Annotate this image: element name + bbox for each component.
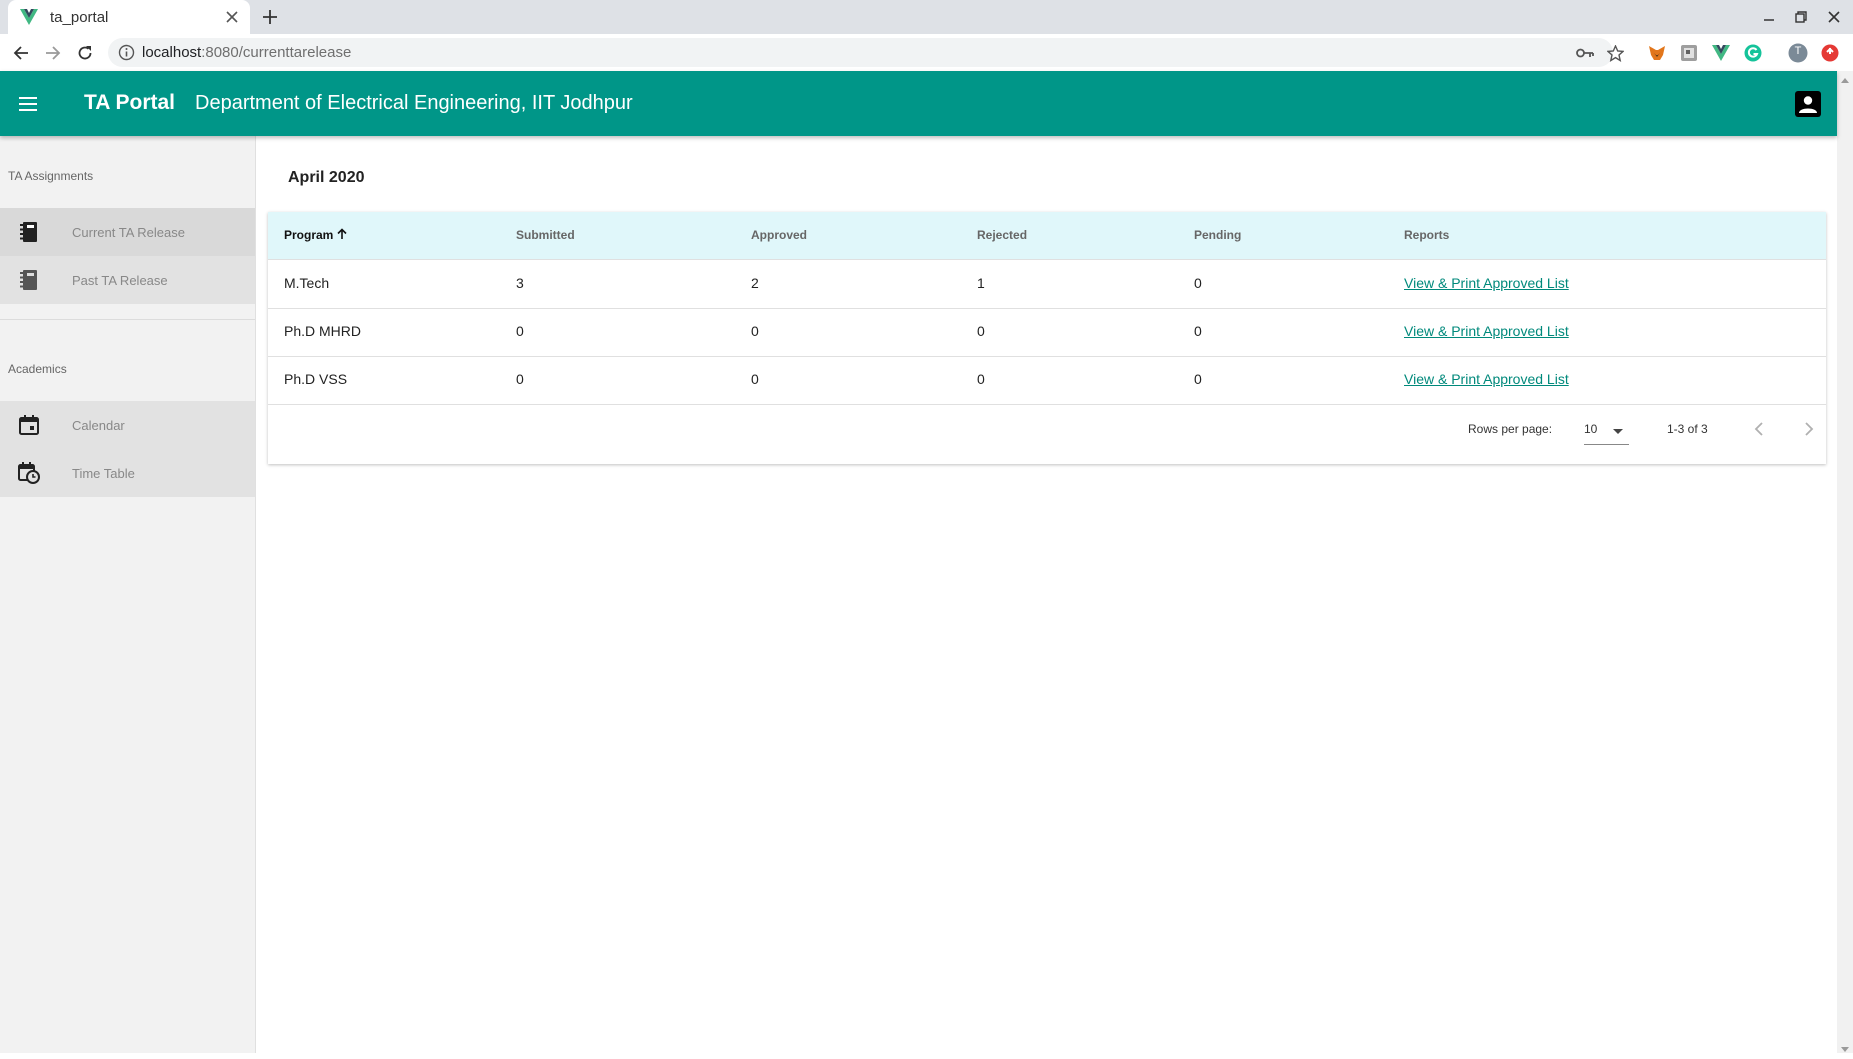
cell-approved: 2 [751,275,759,291]
table-pagination: Rows per page: 10 1-3 of 3 [268,404,1826,464]
app-title: TA Portal [84,91,176,114]
cell-approved: 0 [751,323,759,339]
back-icon[interactable] [9,41,33,65]
cell-pending: 0 [1194,371,1202,387]
view-print-approved-list-link[interactable]: View & Print Approved List [1404,323,1569,339]
table-row: Ph.D MHRD 0 0 0 0 View & Print Approved … [268,308,1826,357]
page-range: 1-3 of 3 [1667,422,1708,436]
vue-favicon-icon [20,8,38,26]
restore-window-icon[interactable] [1790,6,1812,28]
calendar-icon [17,413,41,437]
next-page-icon[interactable] [1798,418,1820,440]
sidebar-section-header: TA Assignments [8,169,94,183]
previous-page-icon[interactable] [1748,418,1770,440]
column-header-pending[interactable]: Pending [1194,228,1241,242]
release-notebook-icon [17,220,41,244]
tab-title: ta_portal [50,8,109,26]
table-header: Program Submitted Approved Rejected Pend… [268,212,1826,260]
column-header-rejected[interactable]: Rejected [977,228,1027,242]
profile-initial: T [1794,45,1802,57]
vue-devtools-icon[interactable] [1711,43,1731,63]
table-row: Ph.D VSS 0 0 0 0 View & Print Approved L… [268,356,1826,405]
cell-submitted: 0 [516,371,524,387]
cell-pending: 0 [1194,275,1202,291]
key-icon[interactable] [1576,44,1594,62]
url-text[interactable]: localhost:8080/currenttarelease [142,44,351,61]
rows-per-page-label: Rows per page: [1468,422,1553,436]
address-bar[interactable]: localhost:8080/currenttarelease [108,38,1624,67]
table-row: M.Tech 3 2 1 0 View & Print Approved Lis… [268,260,1826,309]
sort-ascending-icon [336,228,348,243]
app-bar: TA Portal Department of Electrical Engin… [0,71,1837,136]
browser-toolbar: localhost:8080/currenttarelease T [0,34,1853,72]
url-path: :8080/currenttarelease [201,44,352,61]
bookmark-star-icon[interactable] [1606,44,1624,62]
scroll-up-arrow-icon[interactable] [1840,73,1850,83]
dropdown-caret-icon [1612,424,1624,436]
column-header-approved[interactable]: Approved [751,228,807,242]
close-tab-icon[interactable] [222,7,242,27]
sidebar-item-current-ta-release[interactable]: Current TA Release [0,208,255,256]
cell-submitted: 3 [516,275,524,291]
cell-rejected: 1 [977,275,985,291]
update-alert-icon[interactable] [1820,43,1840,63]
rows-per-page-value: 10 [1584,422,1598,436]
cell-program: M.Tech [284,275,330,291]
grammarly-icon[interactable] [1743,43,1763,63]
sidebar-item-calendar[interactable]: Calendar [0,401,255,449]
sidebar-item-past-ta-release[interactable]: Past TA Release [0,256,255,304]
reload-icon[interactable] [73,41,97,65]
view-print-approved-list-link[interactable]: View & Print Approved List [1404,275,1569,291]
sidebar-item-label: Current TA Release [72,224,185,240]
account-box-icon[interactable] [1793,89,1823,119]
scroll-down-arrow-icon[interactable] [1840,1041,1850,1052]
column-header-program[interactable]: Program [284,228,348,243]
view-print-approved-list-link[interactable]: View & Print Approved List [1404,371,1569,387]
cell-pending: 0 [1194,323,1202,339]
hamburger-menu-icon[interactable] [14,91,42,117]
sidebar-group-ta-assignments: Current TA Release Past TA Release [0,208,255,304]
screenshot-extension-icon[interactable] [1679,43,1699,63]
department-title: Department of Electrical Engineering, II… [195,92,633,114]
cell-rejected: 0 [977,371,985,387]
page-scrollbar[interactable] [1837,71,1853,1053]
page-title: April 2020 [288,169,365,186]
cell-submitted: 0 [516,323,524,339]
sidebar: TA Assignments Current TA Release Past T… [0,136,256,1053]
cell-program: Ph.D MHRD [284,323,362,339]
sidebar-item-label: Calendar [72,417,125,433]
url-host: localhost [142,44,202,61]
release-summary-table: Program Submitted Approved Rejected Pend… [268,212,1826,464]
sidebar-group-academics: Calendar Time Table [0,401,255,497]
new-tab-button[interactable] [259,6,281,28]
column-header-submitted[interactable]: Submitted [516,228,575,242]
sidebar-divider [0,319,255,320]
sidebar-item-label: Past TA Release [72,272,168,288]
column-header-label: Program [284,228,334,242]
release-notebook-icon [17,268,41,292]
site-info-icon[interactable] [118,44,135,61]
sidebar-item-time-table[interactable]: Time Table [0,449,255,497]
browser-tab[interactable]: ta_portal [8,0,250,34]
metamask-extension-icon[interactable] [1647,43,1667,63]
close-window-icon[interactable] [1823,6,1845,28]
sidebar-section-header: Academics [8,362,67,376]
rows-per-page-select[interactable]: 10 [1584,414,1629,445]
profile-avatar[interactable]: T [1788,43,1808,63]
sidebar-item-label: Time Table [72,465,135,481]
browser-tab-strip: ta_portal [0,0,1853,34]
forward-icon[interactable] [41,41,65,65]
cell-rejected: 0 [977,323,985,339]
cell-approved: 0 [751,371,759,387]
minimize-window-icon[interactable] [1758,6,1780,28]
cell-program: Ph.D VSS [284,371,348,387]
calendar-clock-icon [17,461,41,485]
column-header-reports: Reports [1404,228,1450,242]
